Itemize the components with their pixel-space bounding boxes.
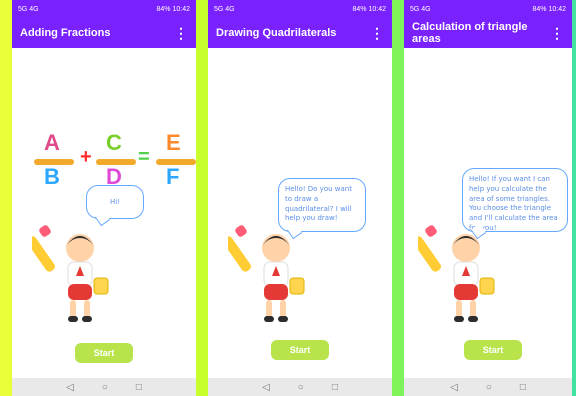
recent-apps-icon[interactable]: □: [136, 382, 142, 393]
page-title: Calculation of triangle areas: [412, 21, 528, 45]
speech-bubble: Hi!: [86, 185, 144, 219]
screen-content: Hello! If you want I can help you calcul…: [404, 48, 572, 378]
fraction-letter-b: B: [44, 164, 60, 189]
home-icon[interactable]: ○: [486, 382, 492, 393]
fraction-letter-c: C: [106, 130, 122, 155]
fraction-letter-a: A: [44, 130, 60, 155]
back-icon[interactable]: ◁: [450, 382, 458, 393]
start-button[interactable]: Start: [75, 343, 133, 363]
start-button[interactable]: Start: [271, 340, 329, 360]
status-bar: 5G 4G 84% 10:42: [12, 0, 196, 18]
boy-with-pencil-illustration: [418, 225, 495, 322]
status-right: 84% 10:42: [156, 5, 190, 13]
fraction-letter-e: E: [166, 130, 181, 155]
android-nav-bar: ◁ ○ □: [404, 378, 572, 396]
page-title: Drawing Quadrilaterals: [216, 27, 337, 39]
screen-content: A B + C D = E F Hi! Start: [12, 48, 196, 378]
android-nav-bar: ◁ ○ □: [12, 378, 196, 396]
status-bar: 5G 4G 84% 10:42: [208, 0, 392, 18]
home-icon[interactable]: ○: [102, 382, 108, 393]
screen-content: Hello! Do you want to draw a quadrilater…: [208, 48, 392, 378]
equals-sign: =: [138, 146, 150, 168]
plus-sign: +: [80, 146, 92, 168]
back-icon[interactable]: ◁: [262, 382, 270, 393]
app-bar: Calculation of triangle areas ⋮: [404, 18, 572, 48]
back-icon[interactable]: ◁: [66, 382, 74, 393]
status-left: 5G 4G: [410, 5, 431, 13]
phone-screen-adding-fractions: 5G 4G 84% 10:42 Adding Fractions ⋮ A B +…: [12, 0, 196, 396]
phone-screen-drawing-quadrilaterals: 5G 4G 84% 10:42 Drawing Quadrilaterals ⋮…: [208, 0, 392, 396]
status-right: 84% 10:42: [532, 5, 566, 13]
phone-screen-triangle-areas: 5G 4G 84% 10:42 Calculation of triangle …: [404, 0, 572, 396]
boy-with-pencil-illustration: [32, 225, 109, 322]
home-icon[interactable]: ○: [298, 382, 304, 393]
page-title: Adding Fractions: [20, 27, 111, 39]
recent-apps-icon[interactable]: □: [520, 382, 526, 393]
boy-with-pencil-illustration: [228, 225, 305, 322]
status-left: 5G 4G: [214, 5, 235, 13]
app-bar: Drawing Quadrilaterals ⋮: [208, 18, 392, 48]
status-left: 5G 4G: [18, 5, 39, 13]
status-right: 84% 10:42: [352, 5, 386, 13]
recent-apps-icon[interactable]: □: [332, 382, 338, 393]
fraction-letter-f: F: [166, 164, 180, 189]
status-bar: 5G 4G 84% 10:42: [404, 0, 572, 18]
app-bar: Adding Fractions ⋮: [12, 18, 196, 48]
more-vert-icon[interactable]: ⋮: [174, 26, 188, 40]
more-vert-icon[interactable]: ⋮: [550, 26, 564, 40]
start-button[interactable]: Start: [464, 340, 522, 360]
more-vert-icon[interactable]: ⋮: [370, 26, 384, 40]
android-nav-bar: ◁ ○ □: [208, 378, 392, 396]
